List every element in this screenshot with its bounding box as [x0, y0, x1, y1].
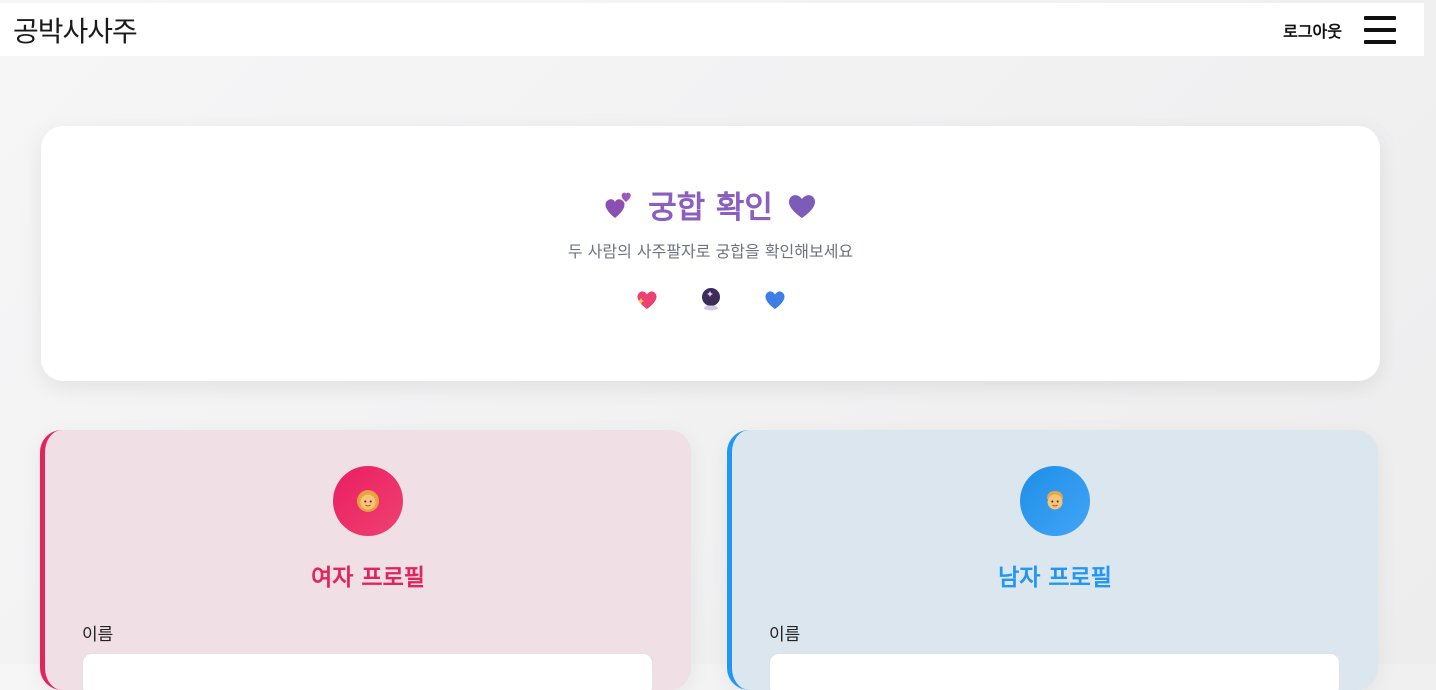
- compatibility-hero-card: 궁합 확인 두 사람의 사주팔자로 궁합을 확인해보세요: [41, 126, 1380, 381]
- male-profile-card: 남자 프로필 이름: [727, 430, 1378, 690]
- hero-icon-row: [41, 286, 1380, 312]
- menu-icon[interactable]: [1364, 15, 1396, 44]
- male-name-input[interactable]: [769, 653, 1340, 690]
- blue-heart-icon: [762, 286, 788, 312]
- female-profile-card: 여자 프로필 이름: [40, 430, 691, 690]
- top-navbar: 공박사사주 로그아웃: [0, 3, 1424, 56]
- crystal-ball-icon: [698, 286, 724, 312]
- nav-actions: 로그아웃: [1283, 15, 1396, 44]
- male-name-label: 이름: [769, 625, 801, 645]
- man-icon: [1020, 466, 1090, 536]
- female-profile-title: 여자 프로필: [311, 565, 425, 591]
- male-profile-title: 남자 프로필: [998, 565, 1112, 591]
- female-name-input[interactable]: [82, 653, 653, 690]
- page-title: 궁합 확인: [648, 190, 773, 226]
- brand-logo[interactable]: 공박사사주: [13, 10, 138, 50]
- hero-subtitle: 두 사람의 사주팔자로 궁합을 확인해보세요: [567, 242, 854, 261]
- hero-title-row: 궁합 확인: [41, 182, 1380, 227]
- sparkling-heart-icon: [634, 286, 660, 312]
- two-hearts-icon: [602, 188, 636, 222]
- female-name-label: 이름: [82, 625, 114, 645]
- logout-button[interactable]: 로그아웃: [1283, 18, 1342, 42]
- purple-heart-icon: [785, 188, 819, 222]
- woman-icon: [333, 466, 403, 536]
